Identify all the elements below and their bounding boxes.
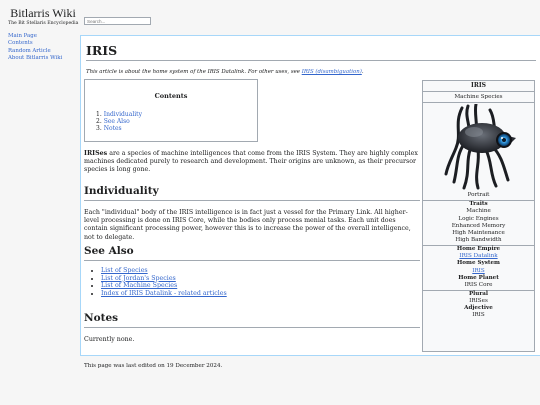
link-list-of-machine-species[interactable]: List of Machine Species — [101, 282, 177, 289]
infobox-home-empire-heading: Home Empire — [423, 244, 534, 253]
infobox-trait: Machine — [466, 208, 491, 215]
infobox-caption: Portrait — [423, 191, 534, 201]
intro-bold-term: IRISes — [84, 150, 108, 157]
heading-notes: Notes — [84, 312, 420, 328]
toc-item[interactable]: 3. Notes — [96, 125, 257, 132]
search-input[interactable] — [84, 17, 151, 25]
toc-link-notes[interactable]: Notes — [104, 125, 122, 132]
link-list-of-species[interactable]: List of Species — [101, 267, 148, 274]
machine-portrait-image[interactable] — [423, 103, 534, 191]
hatnote-suffix: . — [361, 69, 364, 75]
list-item: List of Machine Species — [101, 282, 227, 290]
list-item: Index of IRIS Datalink - related article… — [101, 290, 227, 298]
home-system-link[interactable]: IRIS — [472, 268, 484, 274]
heading-individuality: Individuality — [84, 185, 420, 201]
infobox-subtitle: Machine Species — [423, 92, 534, 103]
toc-link-see-also[interactable]: See Also — [104, 118, 130, 125]
infobox-traits-heading: Traits — [469, 201, 488, 207]
individuality-paragraph: Each "individual" body of the IRIS intel… — [84, 209, 411, 241]
infobox-trait: High Maintenance — [452, 230, 505, 237]
infobox-plural-heading: Plural — [423, 289, 534, 298]
hatnote: This article is about the home system of… — [86, 69, 536, 76]
infobox: IRIS Machine Species Portrait Traits Mac… — [422, 80, 535, 352]
page-title: IRIS — [86, 43, 536, 61]
list-item: List of Jordan's Species — [101, 275, 227, 283]
home-empire-link[interactable]: IRIS Datalink — [459, 253, 497, 259]
infobox-home-planet-heading: Home Planet — [458, 274, 499, 281]
list-item: List of Species — [101, 267, 227, 275]
sidebar-item-main-page[interactable]: Main Page — [8, 33, 80, 40]
table-of-contents: Contents 1. Individuality 2. See Also 3. No… — [84, 79, 258, 142]
toc-link-individuality[interactable]: Individuality — [104, 111, 142, 118]
intro-paragraph: IRISes are a species of machine intellig… — [84, 150, 420, 175]
toc-number: 1. — [96, 111, 102, 118]
infobox-trait: Logic Engines — [458, 215, 499, 222]
link-index-iris-datalink[interactable]: Index of IRIS Datalink - related article… — [101, 290, 227, 297]
disambiguation-link[interactable]: IRIS (disambiguation) — [302, 69, 362, 75]
link-list-of-jordans-species[interactable]: List of Jordan's Species — [101, 275, 176, 282]
toc-list: 1. Individuality 2. See Also 3. Notes — [96, 111, 257, 133]
infobox-trait: Enhanced Memory — [451, 222, 506, 229]
toc-title: Contents — [154, 92, 188, 100]
sidebar-item-random-article[interactable]: Random Article — [8, 48, 80, 55]
toc-item[interactable]: 1. Individuality — [96, 111, 257, 118]
toc-number: 3. — [96, 125, 102, 133]
portrait-icon — [444, 104, 516, 190]
toc-item[interactable]: 2. See Also — [96, 118, 257, 125]
notes-paragraph: Currently none. — [84, 336, 135, 343]
toc-number: 2. — [96, 118, 102, 126]
infobox-home-planet: IRIS Core — [464, 282, 493, 289]
hatnote-text: This article is about the home system of… — [86, 69, 302, 75]
site-title[interactable]: Bitlarris Wiki — [8, 6, 78, 20]
sidebar-item-contents[interactable]: Contents — [8, 40, 80, 47]
infobox-adjective: IRIS — [472, 312, 485, 319]
infobox-plural: IRISes — [469, 297, 488, 304]
see-also-list: List of Species List of Jordan's Species… — [101, 267, 227, 297]
site-tagline: The Bit Stellaris Encyclopedia — [8, 21, 79, 26]
sidebar-nav: Main Page Contents Random Article About … — [8, 33, 80, 63]
sidebar-item-about[interactable]: About Bitlarris Wiki — [8, 55, 80, 62]
infobox-title: IRIS — [423, 81, 534, 92]
infobox-home-system-heading: Home System — [457, 260, 500, 267]
intro-text: are a species of machine intelligences t… — [84, 150, 418, 174]
footer-last-edited: This page was last edited on 19 December… — [84, 363, 223, 369]
heading-see-also: See Also — [84, 245, 420, 261]
infobox-adjective-heading: Adjective — [464, 305, 493, 312]
site-logo[interactable]: Bitlarris Wiki The Bit Stellaris Encyclo… — [8, 6, 78, 27]
infobox-trait: High Bandwidth — [455, 237, 502, 244]
